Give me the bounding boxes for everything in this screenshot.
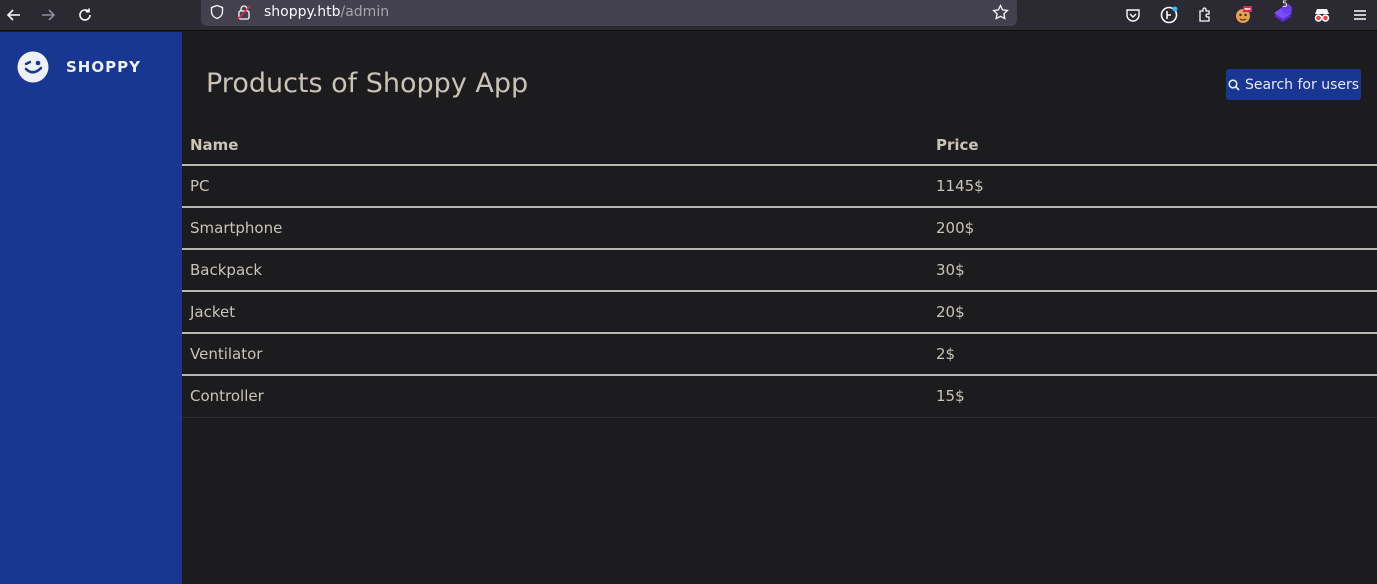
extensions-button[interactable] [1193, 3, 1217, 27]
url-path: /admin [340, 4, 390, 20]
product-name: Jacket [182, 291, 928, 334]
brand-link[interactable]: SHOPPY [17, 51, 141, 83]
products-table: Name Price PC 1145$ Smartphone 200$ Back… [182, 125, 1377, 418]
url-host: shoppy.htb [264, 4, 341, 20]
sidebar: SHOPPY [0, 32, 182, 584]
hamburger-menu-icon [1354, 10, 1366, 20]
product-name: Smartphone [182, 207, 928, 250]
extension-badge: 5 [1282, 0, 1288, 10]
reload-button[interactable] [73, 3, 97, 27]
browser-toolbar: shoppy.htb/admin 5 [0, 0, 1377, 31]
arrow-left-icon [6, 9, 20, 21]
product-price: 200$ [928, 207, 1377, 250]
profile-button[interactable] [1310, 3, 1334, 27]
pocket-icon [1126, 9, 1140, 22]
account-extension-icon [1160, 6, 1178, 24]
puzzle-icon [1199, 7, 1210, 22]
search-users-label: Search for users [1244, 76, 1360, 93]
url-bar[interactable]: shoppy.htb/admin [201, 0, 1017, 26]
main-content: Products of Shoppy App Search for users … [182, 32, 1377, 584]
search-icon [1228, 78, 1240, 91]
product-price: 1145$ [928, 165, 1377, 208]
column-header-name: Name [182, 125, 928, 166]
table-row: Backpack 30$ [182, 249, 1377, 292]
table-row: Controller 15$ [182, 375, 1377, 418]
table-row: Ventilator 2$ [182, 333, 1377, 376]
wappalyzer-extension-button[interactable]: 5 [1271, 0, 1295, 27]
forward-button[interactable] [36, 3, 60, 27]
table-row: Smartphone 200$ [182, 207, 1377, 250]
pocket-button[interactable] [1121, 3, 1145, 27]
shield-icon[interactable] [209, 4, 225, 24]
product-name: Backpack [182, 249, 928, 292]
account-extension-button[interactable] [1157, 3, 1181, 27]
table-row: Jacket 20$ [182, 291, 1377, 334]
product-price: 30$ [928, 249, 1377, 292]
column-header-price: Price [928, 125, 1377, 166]
page-title: Products of Shoppy App [206, 68, 529, 99]
product-name: Ventilator [182, 333, 928, 376]
product-price: 2$ [928, 333, 1377, 376]
incognito-icon [1314, 9, 1330, 22]
back-button[interactable] [2, 3, 26, 27]
product-price: 15$ [928, 375, 1377, 418]
product-name: Controller [182, 375, 928, 418]
arrow-right-icon [42, 9, 56, 21]
product-price: 20$ [928, 291, 1377, 334]
url-text[interactable]: shoppy.htb/admin [264, 4, 389, 20]
cookie-extension-button[interactable] [1231, 3, 1255, 27]
table-row: PC 1145$ [182, 165, 1377, 208]
winking-face-icon [17, 51, 49, 83]
brand-name: SHOPPY [66, 58, 141, 76]
reload-icon [79, 8, 91, 21]
menu-button[interactable] [1348, 3, 1372, 27]
cookie-extension-icon [1236, 6, 1252, 23]
table-header-row: Name Price [182, 125, 1377, 166]
search-users-button[interactable]: Search for users [1226, 69, 1361, 100]
bookmark-star-icon[interactable] [992, 3, 1009, 25]
insecure-lock-icon[interactable] [236, 4, 252, 25]
product-name: PC [182, 165, 928, 208]
